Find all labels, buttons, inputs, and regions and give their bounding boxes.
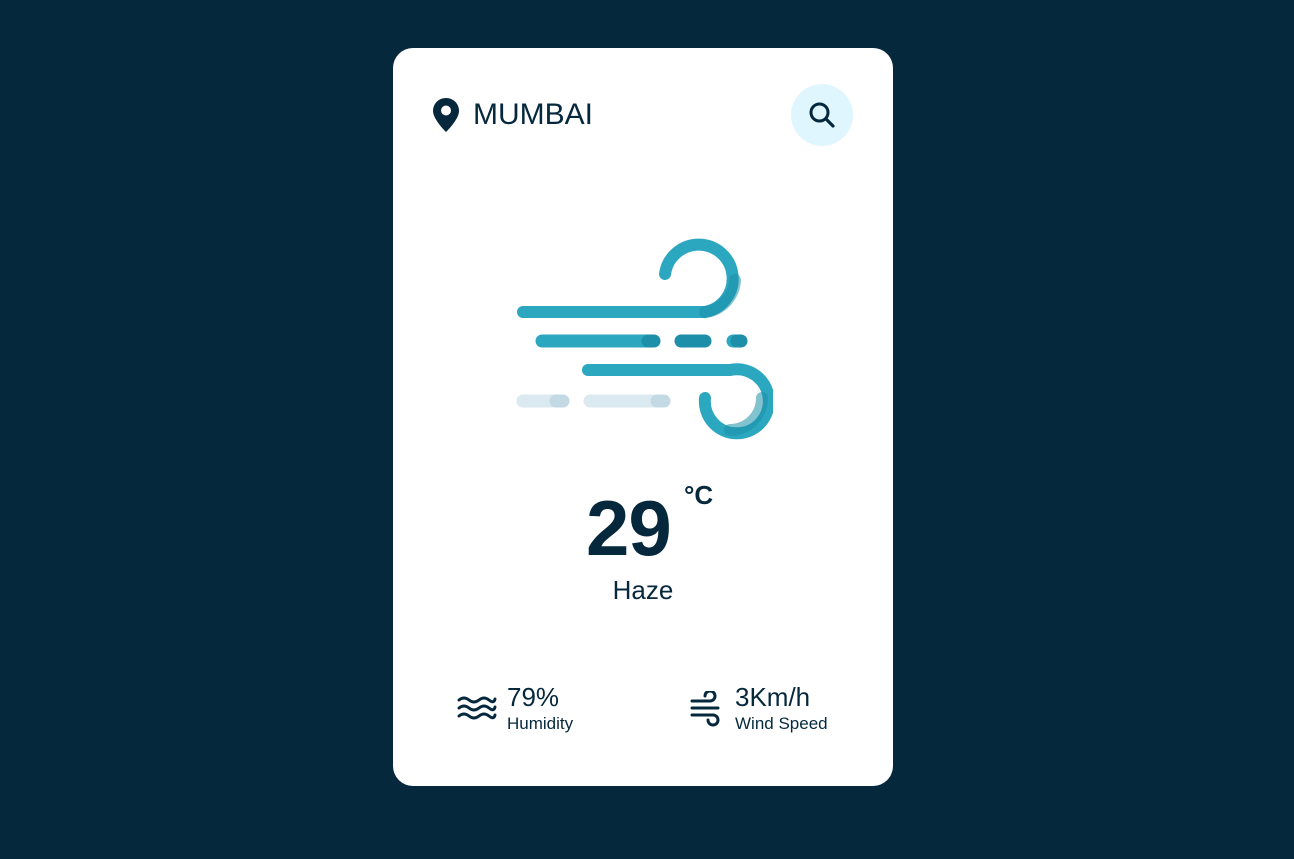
temperature-value: 29 <box>586 484 672 572</box>
wind-icon <box>690 691 720 727</box>
waves-icon <box>457 696 497 720</box>
search-icon <box>809 102 835 128</box>
city-name: MUMBAI <box>473 98 593 131</box>
weather-description: Haze <box>612 575 674 605</box>
humidity-value: 79% <box>507 682 560 712</box>
wind-speed-label: Wind Speed <box>735 714 828 733</box>
temperature-unit: °C <box>684 480 714 510</box>
search-button[interactable] <box>791 84 853 146</box>
map-pin-icon <box>433 98 459 132</box>
wind-weather-icon <box>516 238 773 440</box>
humidity-label: Humidity <box>507 714 574 733</box>
wind-speed-value: 3Km/h <box>735 682 811 712</box>
